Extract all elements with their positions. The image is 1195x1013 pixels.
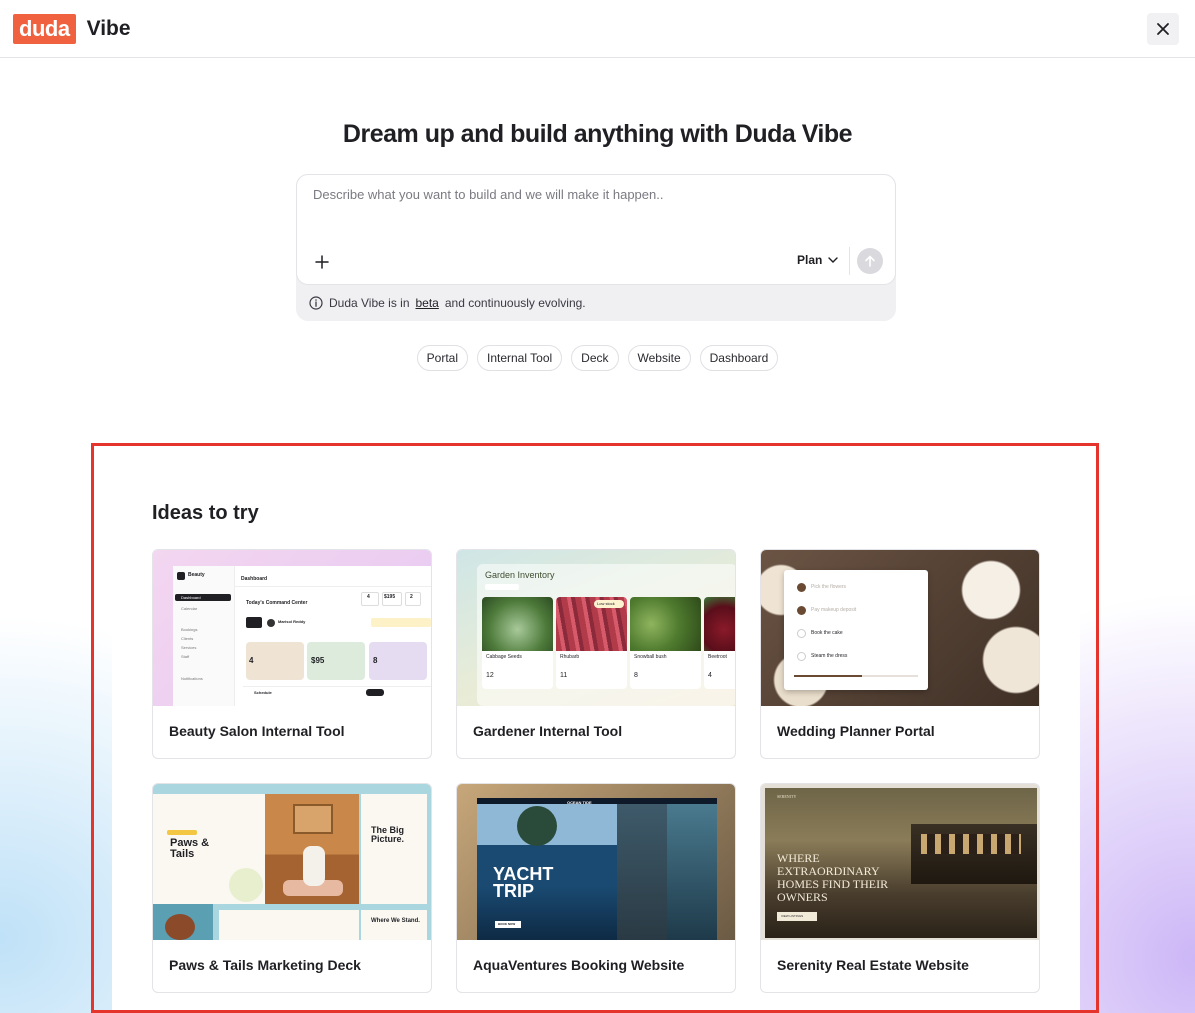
beta-text-suffix: and continuously evolving. <box>444 296 586 310</box>
thumb-item-3-name: Beetroot <box>708 654 727 660</box>
divider <box>849 247 850 275</box>
prompt-composer: Plan Duda Vibe is in beta and continuous… <box>296 174 896 321</box>
prompt-box: Plan <box>296 174 896 285</box>
info-icon <box>309 296 323 310</box>
thumb-top-stat-1: $195 <box>384 594 396 600</box>
card-title: Beauty Salon Internal Tool <box>169 723 345 739</box>
plus-icon <box>315 255 329 269</box>
thumb-stat-0: 4 <box>249 656 254 665</box>
card-title: Serenity Real Estate Website <box>777 957 969 973</box>
idea-card-aquaventures[interactable]: OCEAN TIDE YACHT TRIP BOOK NOW AquaVentu… <box>456 783 736 993</box>
card-title: Gardener Internal Tool <box>473 723 623 739</box>
thumb-item-2-name: Snowball bush <box>634 654 667 660</box>
add-attachment-button[interactable] <box>311 251 333 273</box>
thumb-nav-6: Notifications <box>181 676 203 681</box>
close-button[interactable] <box>1147 13 1179 45</box>
thumb-nav-0: Dashboard <box>181 595 201 600</box>
thumb-task-1: Pay makeup deposit <box>811 607 857 613</box>
thumb-title: YACHT TRIP <box>493 864 554 901</box>
thumb-stat-1: $95 <box>311 656 325 665</box>
chip-internal-tool[interactable]: Internal Tool <box>477 345 563 371</box>
chip-portal[interactable]: Portal <box>416 345 468 371</box>
thumb-cta: BOOK NOW <box>498 922 516 926</box>
thumb-task-0: Pick the flowers <box>811 584 847 590</box>
card-title: Wedding Planner Portal <box>777 723 935 739</box>
thumb-nav-3: Clients <box>181 636 194 641</box>
thumb-cta: VIEW LISTINGS <box>781 914 804 918</box>
idea-card-beauty-salon[interactable]: Beauty Dashboard Calendar Bookings Clien… <box>152 549 432 759</box>
ideas-title: Ideas to try <box>152 502 259 524</box>
thumb-where-we-stand: Where We Stand. <box>371 918 420 924</box>
thumb-brand: OCEAN TIDE <box>567 800 592 805</box>
thumb-item-1-name: Rhubarb <box>560 654 580 660</box>
duda-logo[interactable]: duda <box>13 13 76 44</box>
chip-deck[interactable]: Deck <box>571 345 619 371</box>
idea-card-wedding-planner[interactable]: Pick the flowers Pay makeup deposit Book… <box>760 549 1040 759</box>
card-thumbnail: Beauty Dashboard Calendar Bookings Clien… <box>153 550 431 706</box>
idea-card-serenity[interactable]: SERENITY WHERE EXTRAORDINARY HOMES FIND … <box>760 783 1040 993</box>
card-thumbnail: Paws & Tails The Big Picture. Where We S… <box>153 784 431 940</box>
product-name: Vibe <box>86 16 131 40</box>
thumb-task-2: Book the cake <box>811 630 843 636</box>
beta-link[interactable]: beta <box>416 296 439 310</box>
card-thumbnail: Pick the flowers Pay makeup deposit Book… <box>761 550 1039 706</box>
thumb-item-0-name: Cabbage Seeds <box>486 654 522 660</box>
top-bar: duda Vibe <box>0 0 1195 58</box>
arrow-up-icon <box>865 255 875 267</box>
prompt-input[interactable] <box>313 187 873 227</box>
thumb-heading: Garden Inventory <box>485 570 555 580</box>
thumb-schedule: Schedule <box>254 690 272 695</box>
beta-notice: Duda Vibe is in beta and continuously ev… <box>309 296 586 310</box>
close-icon <box>1157 23 1169 35</box>
thumb-item-0-qty: 12 <box>486 672 494 679</box>
thumb-nav-1: Calendar <box>181 606 198 611</box>
chevron-down-icon <box>828 256 839 263</box>
thumb-brand: SERENITY <box>777 794 797 799</box>
thumb-task-3: Steam the dress <box>811 653 848 659</box>
thumb-item-2-qty: 8 <box>634 672 638 679</box>
thumb-user: Marisol Reddy <box>278 619 306 624</box>
send-button[interactable] <box>857 248 883 274</box>
thumb-nav-2: Bookings <box>181 627 198 632</box>
category-chips: Portal Internal Tool Deck Website Dashbo… <box>0 345 1195 371</box>
thumb-stat-2: 8 <box>373 656 378 665</box>
thumb-item-3-qty: 4 <box>708 672 712 679</box>
idea-card-paws-tails[interactable]: Paws & Tails The Big Picture. Where We S… <box>152 783 432 993</box>
card-thumbnail: Garden Inventory Low stock Cabbage Seeds… <box>457 550 735 706</box>
beta-text-prefix: Duda Vibe is in <box>329 296 410 310</box>
card-title: AquaVentures Booking Website <box>473 957 685 973</box>
thumb-brand: Beauty <box>188 572 205 578</box>
thumb-top-stat-2: 2 <box>410 594 413 600</box>
idea-card-gardener[interactable]: Garden Inventory Low stock Cabbage Seeds… <box>456 549 736 759</box>
thumb-subheading: Today's Command Center <box>246 600 308 606</box>
plan-label: Plan <box>797 253 823 267</box>
card-thumbnail: SERENITY WHERE EXTRAORDINARY HOMES FIND … <box>761 784 1039 940</box>
chip-website[interactable]: Website <box>627 345 691 371</box>
thumb-title: Paws & Tails <box>170 837 210 860</box>
thumb-heading: Dashboard <box>241 576 268 582</box>
chip-dashboard[interactable]: Dashboard <box>699 345 779 371</box>
page-title: Dream up and build anything with Duda Vi… <box>342 120 853 148</box>
thumb-item-1-qty: 11 <box>560 672 568 679</box>
thumb-badge: Low stock <box>597 601 615 606</box>
card-thumbnail: OCEAN TIDE YACHT TRIP BOOK NOW <box>457 784 735 940</box>
plan-mode-select[interactable]: Plan <box>797 253 839 267</box>
thumb-big-picture: The Big Picture. <box>371 825 405 844</box>
ideas-panel: Ideas to try Beauty Dashboard Calendar B… <box>112 460 1080 1013</box>
thumb-nav-5: Staff <box>181 654 190 659</box>
thumb-top-stat-0: 4 <box>367 594 370 600</box>
thumb-nav-4: Services <box>181 645 197 650</box>
thumb-title: WHERE EXTRAORDINARY HOMES FIND THEIR OWN… <box>777 851 889 904</box>
card-title: Paws & Tails Marketing Deck <box>169 957 361 973</box>
